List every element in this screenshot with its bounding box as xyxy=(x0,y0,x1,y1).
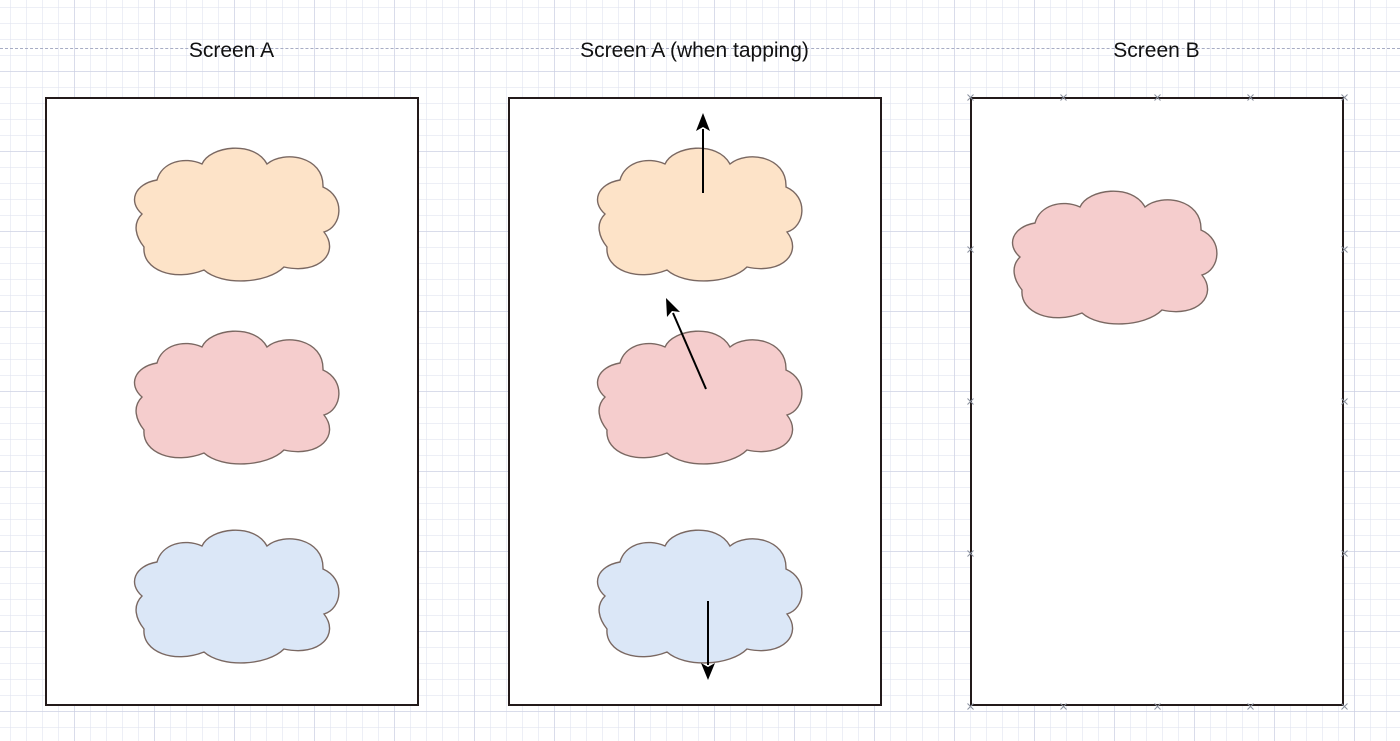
arrow-up-left-shaft xyxy=(672,312,707,390)
resize-handle[interactable] xyxy=(966,702,974,710)
arrow-up-left-icon xyxy=(666,298,707,390)
resize-handle[interactable] xyxy=(1247,702,1254,710)
pink-cloud[interactable] xyxy=(1010,185,1222,325)
arrow-up-icon xyxy=(696,113,710,193)
pink-cloud-shape xyxy=(1011,190,1218,325)
resize-handle[interactable] xyxy=(966,550,974,558)
pink-cloud-shape xyxy=(133,330,340,465)
resize-handle[interactable] xyxy=(1340,93,1348,101)
blue-cloud-shape xyxy=(133,529,340,664)
orange-cloud-shape xyxy=(133,147,340,282)
resize-handle[interactable] xyxy=(966,245,974,253)
arrow-up-head xyxy=(696,113,710,131)
screen-a-frame xyxy=(45,97,419,706)
screen-b-frame[interactable] xyxy=(970,97,1344,706)
resize-handle[interactable] xyxy=(1340,702,1348,710)
resize-handle[interactable] xyxy=(966,398,974,405)
pink-cloud[interactable] xyxy=(132,325,344,465)
resize-handle[interactable] xyxy=(1153,702,1161,710)
arrow-down-icon xyxy=(701,601,715,680)
screen-a-title: Screen A xyxy=(188,39,275,62)
resize-handle[interactable] xyxy=(1340,398,1348,405)
orange-cloud[interactable] xyxy=(132,142,344,282)
arrow-down-head xyxy=(701,663,715,680)
resize-handle[interactable] xyxy=(1060,93,1067,101)
resize-handle[interactable] xyxy=(966,93,974,101)
screen-a-tapping-frame xyxy=(508,97,882,706)
blue-cloud[interactable] xyxy=(132,524,344,664)
resize-handle[interactable] xyxy=(1060,702,1067,710)
resize-handle[interactable] xyxy=(1340,245,1348,253)
resize-handle[interactable] xyxy=(1153,93,1161,101)
resize-handle[interactable] xyxy=(1340,550,1348,558)
resize-handle[interactable] xyxy=(1247,93,1254,101)
screen-a-tapping-title: Screen A (when tapping) xyxy=(580,39,809,62)
screen-b-title: Screen B xyxy=(1113,39,1200,62)
arrow-overlay xyxy=(666,113,715,680)
